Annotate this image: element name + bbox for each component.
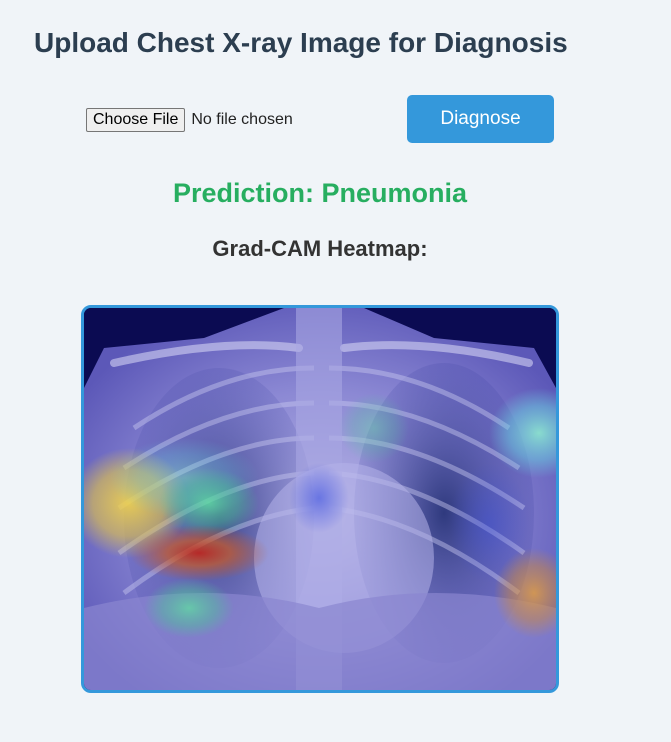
prediction-result: Prediction: Pneumonia xyxy=(172,178,468,208)
file-status-text: No file chosen xyxy=(191,111,293,128)
file-upload-row: Choose File No file chosen xyxy=(86,108,293,132)
chest-xray-heatmap-graphic xyxy=(84,308,556,690)
diagnose-button[interactable]: Diagnose xyxy=(407,95,554,143)
page-title: Upload Chest X-ray Image for Diagnosis xyxy=(34,27,568,58)
gradcam-heatmap-image xyxy=(81,305,559,693)
choose-file-button[interactable]: Choose File xyxy=(86,108,186,132)
heatmap-heading: Grad-CAM Heatmap: xyxy=(212,236,428,261)
